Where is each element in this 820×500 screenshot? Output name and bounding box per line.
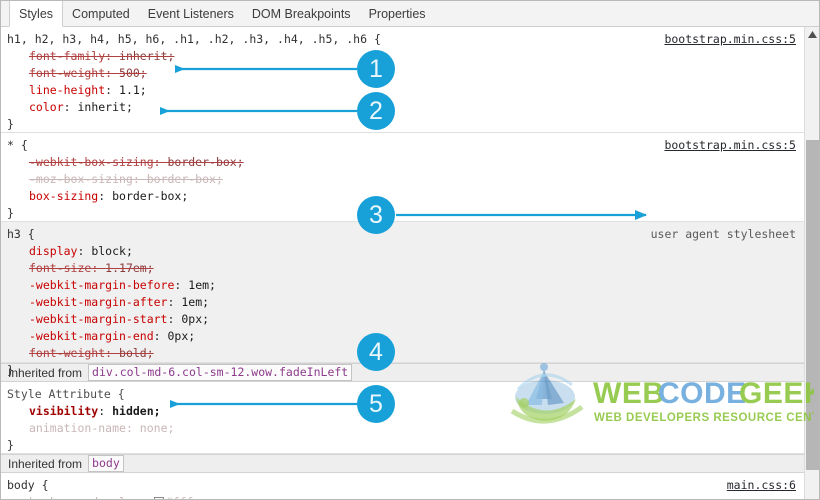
callout-badge-2: 2	[357, 92, 395, 130]
callout-number: 3	[369, 200, 383, 229]
callout-badge-1: 1	[357, 50, 395, 88]
devtools-styles-panel: Styles Computed Event Listeners DOM Brea…	[0, 0, 820, 500]
callout-badge-5: 5	[357, 385, 395, 423]
callout-number: 1	[369, 54, 383, 83]
callout-arrows-overlay	[160, 65, 647, 408]
callout-badge-4: 4	[357, 333, 395, 371]
callout-number: 4	[369, 337, 383, 366]
callout-badge-3: 3	[357, 196, 395, 234]
callout-number: 5	[369, 389, 383, 418]
callout-number: 2	[369, 96, 383, 125]
